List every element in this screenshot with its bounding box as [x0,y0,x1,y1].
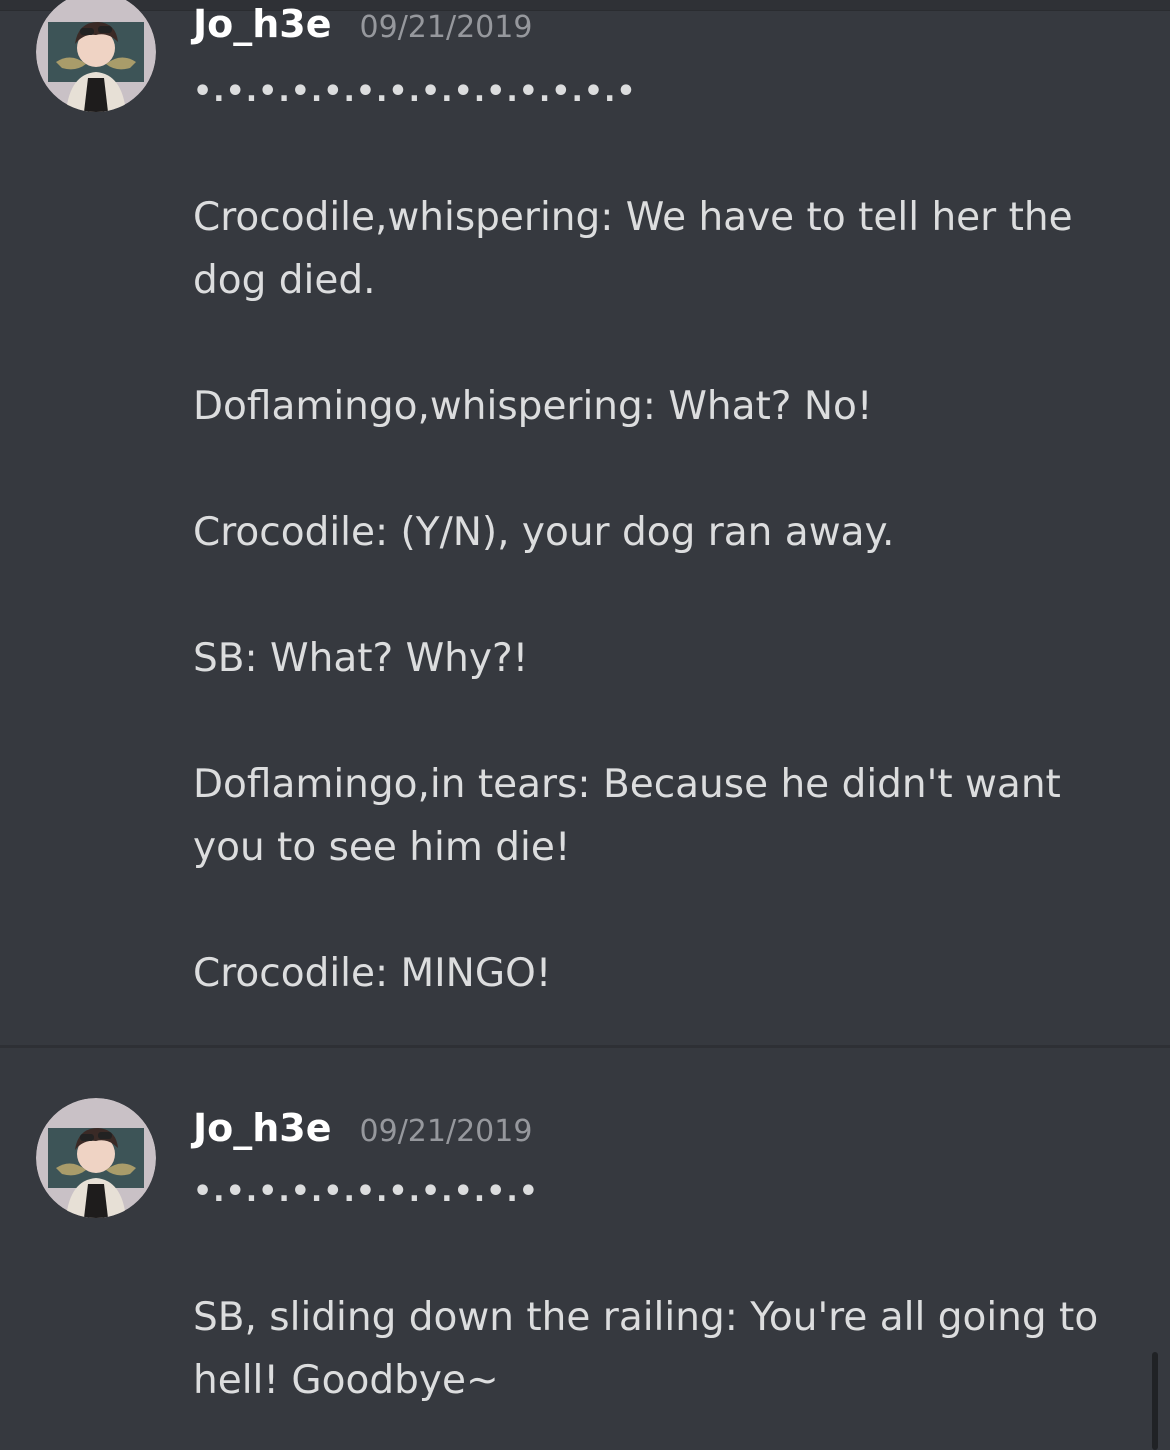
message-line: Crocodile: (Y/N), your dog ran away. [193,510,895,555]
message-line: you to see him die! [193,825,571,870]
message-line: hell! Goodbye~ [193,1358,499,1403]
message-line: Crocodile: MINGO! [193,951,552,996]
message-line: Crocodile,whispering: We have to tell he… [193,195,1073,240]
timestamp: 09/21/2019 [359,10,533,45]
message-line [193,564,1143,627]
message-line [193,438,1143,501]
username[interactable]: Jo_h3e [193,1106,332,1150]
message-line: Doflamingo,in tears: Because he didn't w… [193,762,1061,807]
message-line: SB, sliding down the railing: You're all… [193,1295,1099,1340]
message-line [193,1223,1143,1286]
chat-message: Jo_h3e 09/21/2019 •.•.•.•.•.•.•.•.•.•.• … [0,1048,1170,1450]
message-header: Jo_h3e 09/21/2019 [193,2,532,46]
scrollbar-thumb[interactable] [1152,1352,1158,1450]
message-line [193,312,1143,375]
message-line: •.•.•.•.•.•.•.•.•.•.•.•.•.• [193,74,637,109]
message-content: •.•.•.•.•.•.•.•.•.•.• SB, sliding down t… [193,1160,1143,1412]
message-line [193,879,1143,942]
message-line: SB: What? Why?! [193,636,529,681]
message-line [193,123,1143,186]
message-header: Jo_h3e 09/21/2019 [193,1106,532,1150]
user-avatar-icon[interactable] [36,1098,156,1218]
message-content: •.•.•.•.•.•.•.•.•.•.•.•.•.• Crocodile,wh… [193,60,1143,1005]
user-avatar-icon[interactable] [36,0,156,112]
message-line [193,690,1143,753]
chat-message: Jo_h3e 09/21/2019 •.•.•.•.•.•.•.•.•.•.•.… [0,0,1170,1046]
username[interactable]: Jo_h3e [193,2,332,46]
message-line: Doflamingo,whispering: What? No! [193,384,873,429]
message-line: •.•.•.•.•.•.•.•.•.•.• [193,1174,539,1209]
timestamp: 09/21/2019 [359,1114,533,1149]
message-line: dog died. [193,258,376,303]
